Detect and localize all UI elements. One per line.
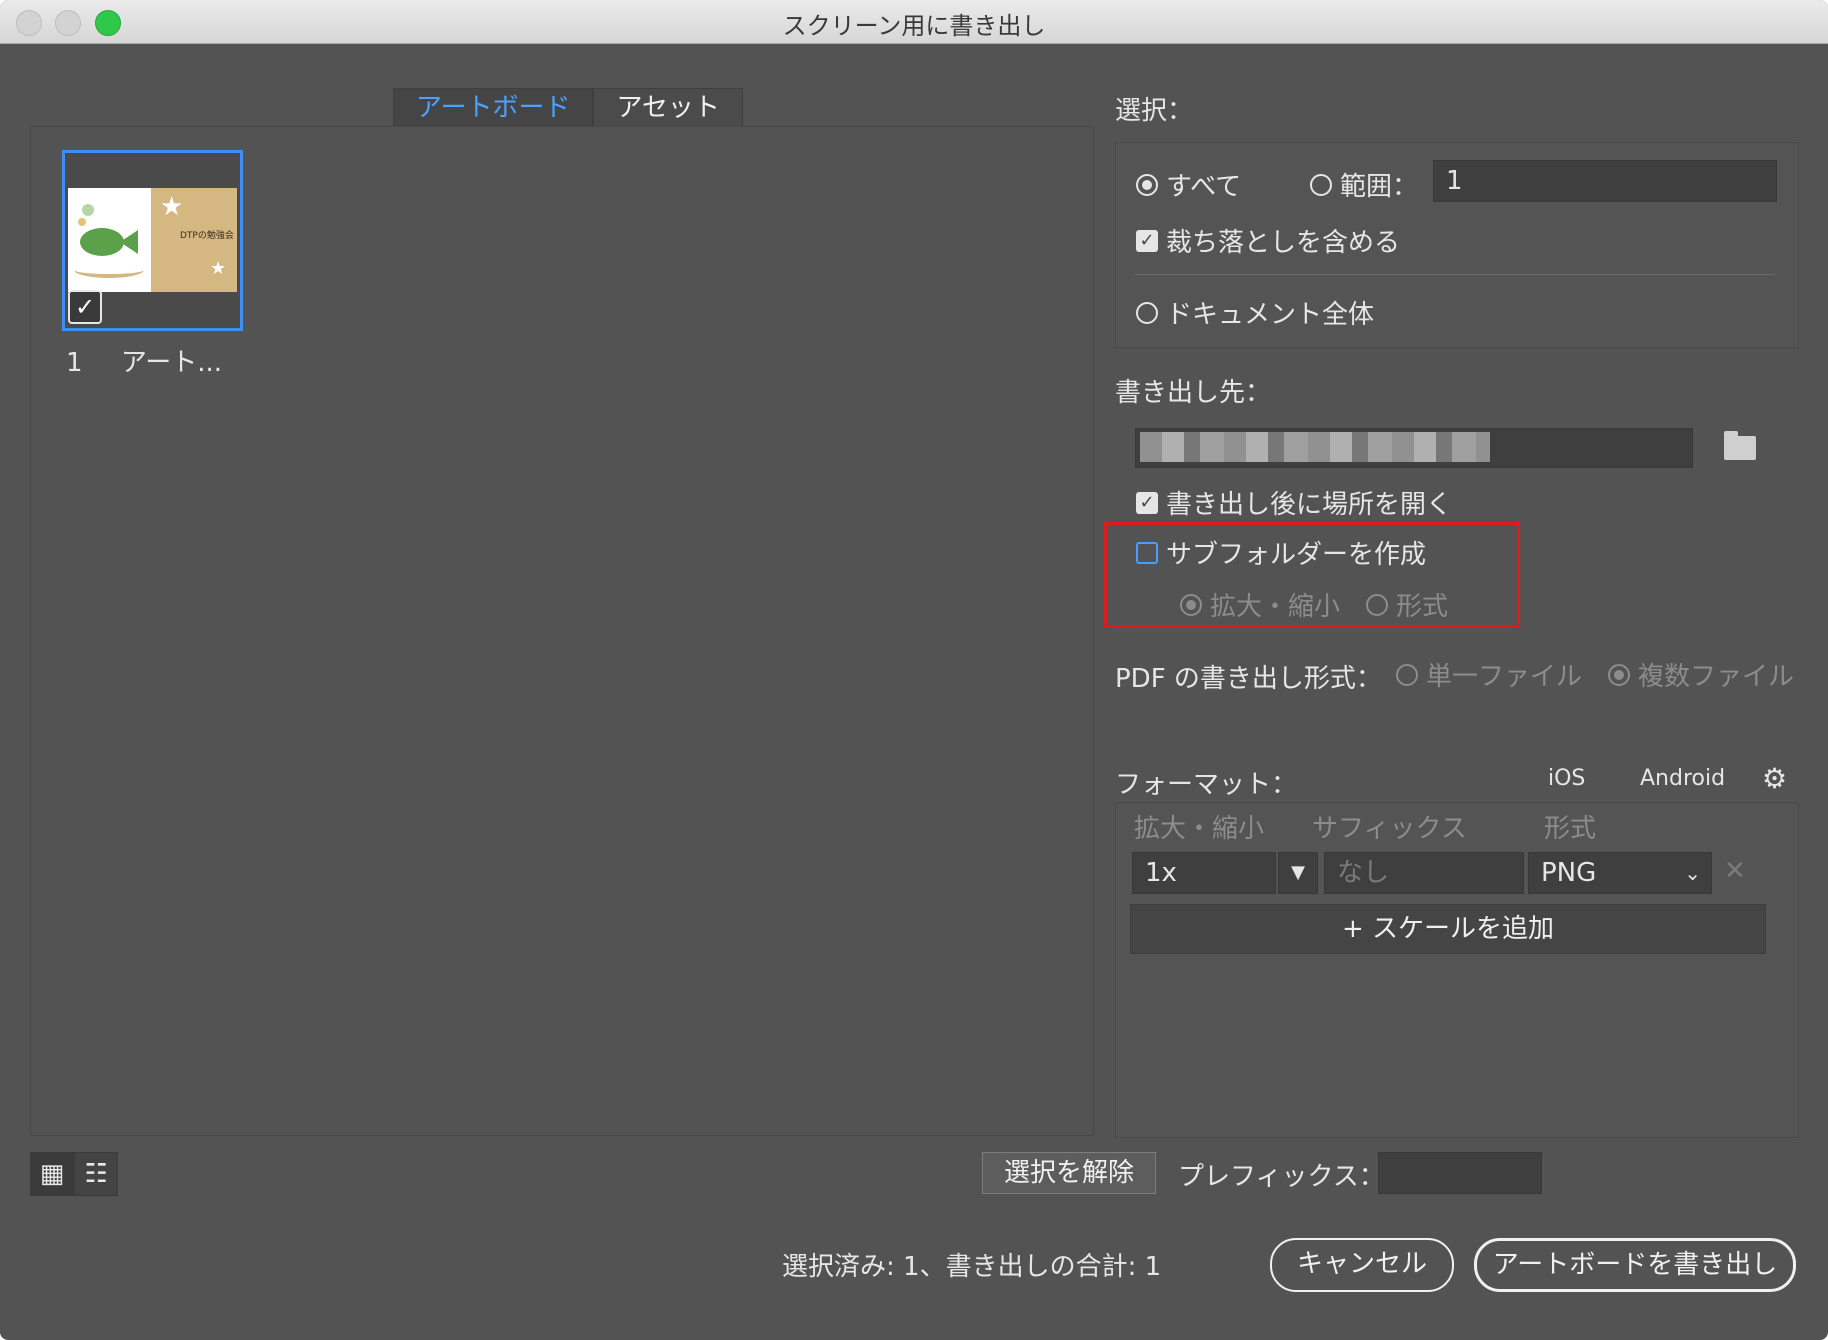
folder-icon[interactable]	[1724, 431, 1756, 460]
prefix-label: プレフィックス：	[1178, 1162, 1385, 1192]
artboard-thumbnail[interactable]: ★ ★ DTPの勉強会 ✓	[62, 150, 243, 331]
add-scale-button[interactable]: + スケールを追加	[1130, 904, 1766, 954]
artboard-number: 1	[66, 348, 83, 378]
include-bleed-checkbox[interactable]: ✓ 裁ち落としを含める	[1136, 222, 1400, 259]
pdf-export-label: PDF の書き出し形式：	[1115, 664, 1382, 694]
view-tabs: アートボード アセット	[393, 88, 743, 127]
radio-whole-document-indicator[interactable]	[1136, 301, 1158, 324]
prefix-input[interactable]	[1378, 1152, 1542, 1194]
list-view-button[interactable]: ☷	[74, 1152, 118, 1196]
divider	[1135, 274, 1775, 275]
android-preset-button[interactable]: Android	[1640, 766, 1725, 791]
tab-artboard[interactable]: アートボード	[393, 88, 594, 127]
scale-dropdown-button[interactable]: ▼	[1278, 852, 1318, 894]
radio-whole-document-label: ドキュメント全体	[1166, 300, 1375, 330]
selection-label: 選択：	[1115, 96, 1194, 126]
suffix-column-header: サフィックス	[1312, 814, 1467, 844]
open-after-export-checkbox[interactable]: ✓ 書き出し後に場所を開く	[1136, 484, 1452, 521]
scale-input[interactable]: 1x	[1132, 852, 1276, 894]
grid-view-button[interactable]: ▦	[30, 1152, 74, 1196]
format-select-value: PNG	[1541, 858, 1597, 888]
export-status-text: 選択済み: 1、書き出しの合計: 1	[782, 1252, 1162, 1282]
title-bar: スクリーン用に書き出し	[0, 0, 1828, 44]
artboard-name: アート...	[120, 348, 223, 378]
radio-all-label: すべて	[1166, 172, 1242, 202]
open-after-export-label: 書き出し後に場所を開く	[1166, 490, 1453, 520]
pdf-multiple-files-indicator[interactable]	[1608, 663, 1630, 686]
radio-all[interactable]: すべて	[1136, 166, 1241, 203]
pdf-single-file-indicator[interactable]	[1396, 663, 1418, 686]
export-path-redacted	[1140, 432, 1490, 462]
include-bleed-check[interactable]: ✓	[1136, 229, 1158, 252]
include-bleed-label: 裁ち落としを含める	[1166, 228, 1401, 258]
radio-whole-document[interactable]: ドキュメント全体	[1136, 294, 1374, 331]
tab-asset[interactable]: アセット	[593, 88, 743, 127]
ios-preset-button[interactable]: iOS	[1548, 766, 1585, 791]
artboard-label: 1 アート...	[66, 342, 222, 379]
artboard-preview-image: ★ ★ DTPの勉強会	[68, 188, 237, 292]
radio-all-indicator[interactable]	[1136, 173, 1158, 196]
deselect-button[interactable]: 選択を解除	[982, 1152, 1156, 1194]
format-select[interactable]: PNG ⌄	[1528, 852, 1712, 894]
thumbnail-text: DTPの勉強会	[180, 231, 234, 241]
pdf-single-file-radio[interactable]: 単一ファイル	[1396, 656, 1582, 693]
gear-icon[interactable]: ⚙	[1762, 762, 1787, 795]
cancel-button[interactable]: キャンセル	[1270, 1238, 1454, 1292]
artboard-checkbox[interactable]: ✓	[68, 290, 102, 324]
chevron-down-icon: ⌄	[1684, 861, 1701, 885]
pdf-multiple-files-radio[interactable]: 複数ファイル	[1608, 656, 1794, 693]
window-title: スクリーン用に書き出し	[782, 12, 1046, 40]
format-label: フォーマット：	[1115, 770, 1298, 800]
triangle-down-icon: ▼	[1291, 862, 1305, 883]
suffix-input[interactable]: なし	[1324, 852, 1524, 894]
radio-range[interactable]: 範囲：	[1310, 166, 1418, 203]
remove-scale-icon[interactable]: ✕	[1724, 856, 1746, 886]
pdf-multiple-files-label: 複数ファイル	[1638, 662, 1795, 692]
range-input[interactable]: 1	[1433, 160, 1777, 202]
scale-column-header: 拡大・縮小	[1134, 814, 1265, 844]
radio-range-label: 範囲：	[1340, 172, 1419, 202]
export-for-screens-dialog: スクリーン用に書き出し アートボード アセット ★ ★ DTPの勉強会 ✓ 1 …	[0, 0, 1828, 1340]
export-artboard-button[interactable]: アートボードを書き出し	[1474, 1238, 1796, 1292]
export-to-label: 書き出し先：	[1115, 378, 1272, 408]
highlight-annotation	[1104, 522, 1520, 628]
list-view-icon: ☷	[84, 1159, 108, 1189]
format-column-header: 形式	[1544, 814, 1597, 844]
radio-range-indicator[interactable]	[1310, 173, 1332, 196]
open-after-export-check[interactable]: ✓	[1136, 491, 1158, 514]
pdf-single-file-label: 単一ファイル	[1426, 662, 1583, 692]
grid-view-icon: ▦	[39, 1159, 65, 1189]
